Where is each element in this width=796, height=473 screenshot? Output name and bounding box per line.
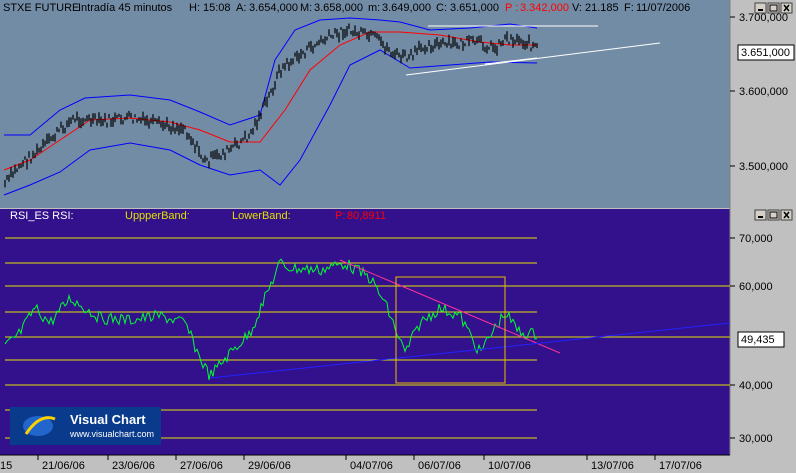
date-tick: 10/07/06: [488, 460, 531, 472]
low-label: m:: [368, 2, 380, 14]
low-value: 3.649,000: [382, 2, 431, 14]
price-chart-header: STXE FUTURE Intradía 45 minutos H: 15:08…: [3, 2, 690, 14]
logo-url: www.visualchart.com: [69, 429, 154, 439]
rsi-p-value: 80,8911: [347, 210, 386, 222]
p-value: 3.342,000: [520, 2, 569, 14]
lower-band-label: LowerBand:: [232, 210, 291, 222]
price-tick: 3.500,000: [739, 161, 788, 173]
close-label: C:: [436, 2, 447, 14]
bottom-window-controls: [754, 209, 793, 221]
close-button[interactable]: [780, 209, 793, 221]
rsi-tick: 60,000: [739, 281, 773, 293]
price-tick: 3.700,000: [739, 12, 788, 24]
minimize-button[interactable]: [754, 209, 767, 221]
date-value: 11/07/2006: [636, 2, 690, 14]
current-price: 3.651,000: [741, 47, 790, 59]
indicator-name: RSI_ES RSI:: [10, 210, 74, 222]
date-tick: 04/07/06: [350, 460, 393, 472]
rsi-chart-panel[interactable]: RSI_ES RSI: 49,4349 UppperBand: 70,0000 …: [0, 208, 796, 473]
date-tick: 23/06/06: [112, 460, 155, 472]
volume-value: 21.185: [585, 2, 619, 14]
date-label: F:: [624, 2, 634, 14]
date-tick: 15: [0, 460, 12, 472]
logo-name: Visual Chart: [70, 412, 146, 427]
chart-interval: Intradía 45 minutos: [78, 2, 173, 14]
open-label: A:: [236, 2, 246, 14]
open-value: 3.654,000: [249, 2, 298, 14]
p-label: P :: [505, 2, 518, 14]
rsi-p-label: P:: [335, 210, 345, 222]
lower-band-value: 30,0000: [290, 210, 330, 222]
rsi-value: 49,4349: [83, 210, 123, 222]
close-value: 3.651,000: [450, 2, 499, 14]
upper-band-value: 70,0000: [186, 210, 226, 222]
date-tick: 17/07/06: [659, 460, 702, 472]
date-tick: 21/06/06: [42, 460, 85, 472]
hour-value: 15:08: [203, 2, 231, 14]
price-chart-panel[interactable]: STXE FUTURE Intradía 45 minutos H: 15:08…: [0, 0, 796, 208]
date-tick: 13/07/06: [591, 460, 634, 472]
current-price-marker: 3.651,000: [737, 44, 795, 61]
visual-chart-logo: Visual Chart www.visualchart.com: [10, 407, 161, 445]
price-tick: 3.600,000: [739, 86, 788, 98]
maximize-button[interactable]: [767, 209, 780, 221]
current-rsi-marker: 49,435: [737, 331, 785, 348]
date-tick: 27/06/06: [180, 460, 223, 472]
date-tick: 06/07/06: [418, 460, 461, 472]
rsi-tick: 70,000: [739, 233, 773, 245]
visual-chart-window: STXE FUTURE Intradía 45 minutos H: 15:08…: [0, 0, 796, 473]
rsi-tick: 40,000: [739, 380, 773, 392]
rsi-header: RSI_ES RSI: 49,4349 UppperBand: 70,0000 …: [10, 210, 386, 222]
date-tick: 29/06/06: [248, 460, 291, 472]
hour-label: H:: [189, 2, 200, 14]
symbol-name: STXE FUTURE: [3, 2, 79, 14]
volume-label: V:: [572, 2, 582, 14]
upper-band-label: UppperBand:: [125, 210, 190, 222]
high-label: M:: [300, 2, 312, 14]
rsi-tick: 30,000: [739, 433, 773, 445]
high-value: 3.658,000: [314, 2, 363, 14]
current-rsi: 49,435: [741, 334, 775, 346]
